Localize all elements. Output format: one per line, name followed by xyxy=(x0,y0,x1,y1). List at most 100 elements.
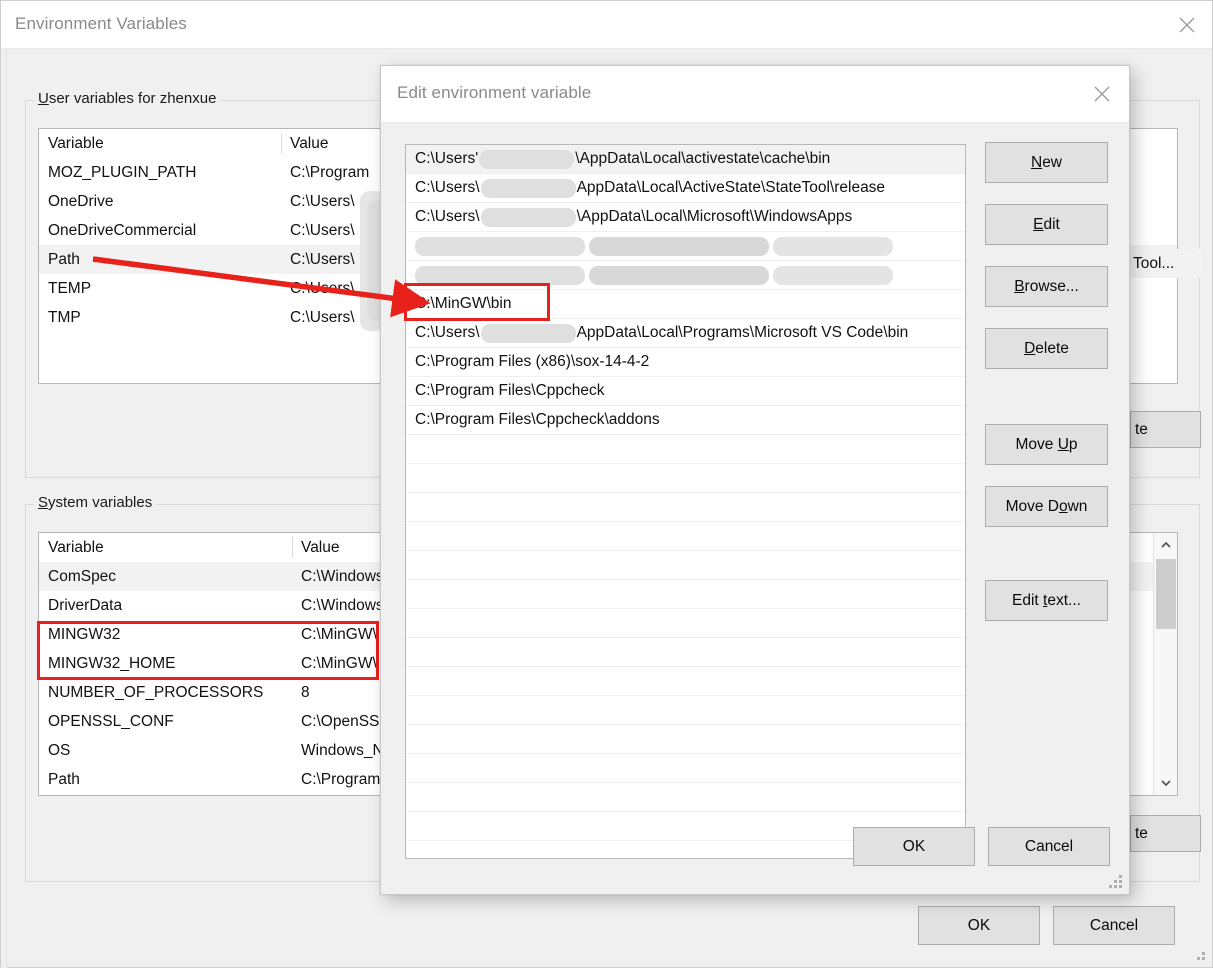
cell-value: C:\Windows xyxy=(301,567,384,585)
cell-value: C:\Program xyxy=(290,163,370,181)
list-item-empty[interactable] xyxy=(406,754,965,783)
browse-button-label: Browse... xyxy=(1014,277,1079,295)
list-item[interactable]: C:\Users\ \AppData\Local\Microsoft\Window… xyxy=(406,203,965,232)
edit-dialog-resize-grip[interactable] xyxy=(1109,875,1123,889)
edit-text-button[interactable]: Edit text... xyxy=(985,580,1108,621)
page-title: Environment Variables xyxy=(15,14,187,33)
system-variables-legend-rest: ystem variables xyxy=(48,494,153,511)
cell-variable: MINGW32_HOME xyxy=(48,654,176,672)
user-delete-button[interactable]: te xyxy=(1130,411,1201,448)
edit-dialog-title: Edit environment variable xyxy=(397,83,592,102)
system-variables-scrollbar[interactable] xyxy=(1153,533,1177,795)
system-variables-legend-mnemonic: S xyxy=(38,494,49,511)
browse-button-mnemonic: B xyxy=(1014,277,1025,295)
redaction-smudge xyxy=(773,236,893,256)
list-item[interactable]: C:\Program Files (x86)\sox-14-4-2 xyxy=(406,348,965,377)
delete-button[interactable]: Delete xyxy=(985,328,1108,369)
user-variables-legend-mnemonic: U xyxy=(38,90,49,107)
column-separator xyxy=(292,653,293,674)
cell-value: C:\Users\ xyxy=(290,192,355,210)
move-up-button-label: Move Up xyxy=(1015,435,1078,453)
list-item[interactable]: C:\Program Files\Cppcheck\addons xyxy=(406,406,965,435)
new-button-mnemonic: N xyxy=(1030,153,1043,171)
list-item-empty[interactable] xyxy=(406,580,965,609)
close-icon[interactable] xyxy=(1079,78,1125,109)
list-item-empty[interactable] xyxy=(406,522,965,551)
path-text-tail: AppData\Local\Programs\Microsoft VS Code… xyxy=(576,324,909,341)
path-entries-list[interactable]: C:\Users' \AppData\Local\activestate\cach… xyxy=(405,144,966,859)
list-item[interactable] xyxy=(406,232,965,261)
window-left-edge xyxy=(1,49,7,968)
ok-button-label: OK xyxy=(967,916,991,934)
window-resize-grip[interactable] xyxy=(1192,947,1206,961)
list-item-empty[interactable] xyxy=(406,551,965,580)
cell-variable: Path xyxy=(48,770,80,788)
cell-value: C:\Windows xyxy=(301,596,384,614)
column-separator xyxy=(281,307,282,328)
edit-button[interactable]: Edit xyxy=(985,204,1108,245)
move-up-button[interactable]: Move Up xyxy=(985,424,1108,465)
column-header-variable[interactable]: Variable xyxy=(39,539,292,557)
edit-dialog-ok-label: OK xyxy=(902,837,926,855)
list-item[interactable]: C:\MinGW\bin xyxy=(406,290,965,319)
move-down-button[interactable]: Move Down xyxy=(985,486,1108,527)
column-header-value[interactable]: Value xyxy=(292,539,340,557)
list-item-empty[interactable] xyxy=(406,638,965,667)
list-item-empty[interactable] xyxy=(406,725,965,754)
column-separator xyxy=(292,682,293,703)
list-item-empty[interactable] xyxy=(406,696,965,725)
list-item-empty[interactable] xyxy=(406,493,965,522)
close-glyph xyxy=(1179,17,1195,32)
column-header-value[interactable]: Value xyxy=(281,135,329,153)
window-titlebar: Environment Variables xyxy=(1,1,1212,49)
user-variables-legend-rest: ser variables for zhenxue xyxy=(48,90,217,107)
column-separator xyxy=(292,595,293,616)
scroll-down-icon[interactable] xyxy=(1154,771,1177,795)
list-item[interactable]: C:\Program Files\Cppcheck xyxy=(406,377,965,406)
redaction-smudge xyxy=(479,149,575,169)
list-item-empty[interactable] xyxy=(406,667,965,696)
path-text: C:\Program Files (x86)\sox-14-4-2 xyxy=(415,353,650,370)
cell-value: C:\MinGW\ xyxy=(301,654,377,672)
path-text-tail: AppData\Local\ActiveState\StateTool\rele… xyxy=(576,179,886,196)
edit-button-mnemonic: E xyxy=(1033,215,1044,233)
redaction-smudge xyxy=(773,265,893,285)
list-item[interactable] xyxy=(406,261,965,290)
browse-button[interactable]: Browse... xyxy=(985,266,1108,307)
edit-dialog-cancel-button[interactable]: Cancel xyxy=(988,827,1110,866)
new-button[interactable]: New xyxy=(985,142,1108,183)
cell-value: C:\Users\ xyxy=(290,221,355,239)
close-icon[interactable] xyxy=(1164,9,1210,40)
column-separator xyxy=(292,537,293,558)
cell-variable: MOZ_PLUGIN_PATH xyxy=(48,163,197,181)
list-item[interactable]: C:\Users\ AppData\Local\Programs\Microsof… xyxy=(406,319,965,348)
chevron-up-glyph xyxy=(1161,541,1171,548)
scroll-up-icon[interactable] xyxy=(1154,533,1177,557)
path-text: C:\Users\ xyxy=(415,324,480,341)
list-item[interactable]: C:\Users' \AppData\Local\activestate\cach… xyxy=(406,145,965,174)
list-item[interactable]: C:\Users\ AppData\Local\ActiveState\State… xyxy=(406,174,965,203)
move-down-button-label: Move Down xyxy=(1005,497,1088,515)
cell-value: C:\MinGW\ xyxy=(301,625,377,643)
list-item-empty[interactable] xyxy=(406,609,965,638)
column-separator xyxy=(292,624,293,645)
path-text: C:\Users' xyxy=(415,150,479,167)
system-delete-button[interactable]: te xyxy=(1130,815,1201,852)
list-item-empty[interactable] xyxy=(406,783,965,812)
column-separator xyxy=(281,278,282,299)
user-variables-legend: User variables for zhenxue xyxy=(34,90,221,107)
list-item-empty[interactable] xyxy=(406,435,965,464)
redaction-smudge xyxy=(415,236,585,256)
cell-variable: TMP xyxy=(48,308,81,326)
cell-variable: DriverData xyxy=(48,596,123,614)
column-separator xyxy=(281,249,282,270)
list-item-empty[interactable] xyxy=(406,464,965,493)
path-text-tail: \AppData\Local\Microsoft\WindowsApps xyxy=(576,208,853,225)
ok-button[interactable]: OK xyxy=(918,906,1040,945)
edit-text-button-label: Edit text... xyxy=(1012,591,1081,609)
scrollbar-thumb[interactable] xyxy=(1156,559,1176,629)
cancel-button[interactable]: Cancel xyxy=(1053,906,1175,945)
redaction-smudge xyxy=(589,265,769,285)
edit-dialog-ok-button[interactable]: OK xyxy=(853,827,975,866)
column-header-variable[interactable]: Variable xyxy=(39,135,281,153)
